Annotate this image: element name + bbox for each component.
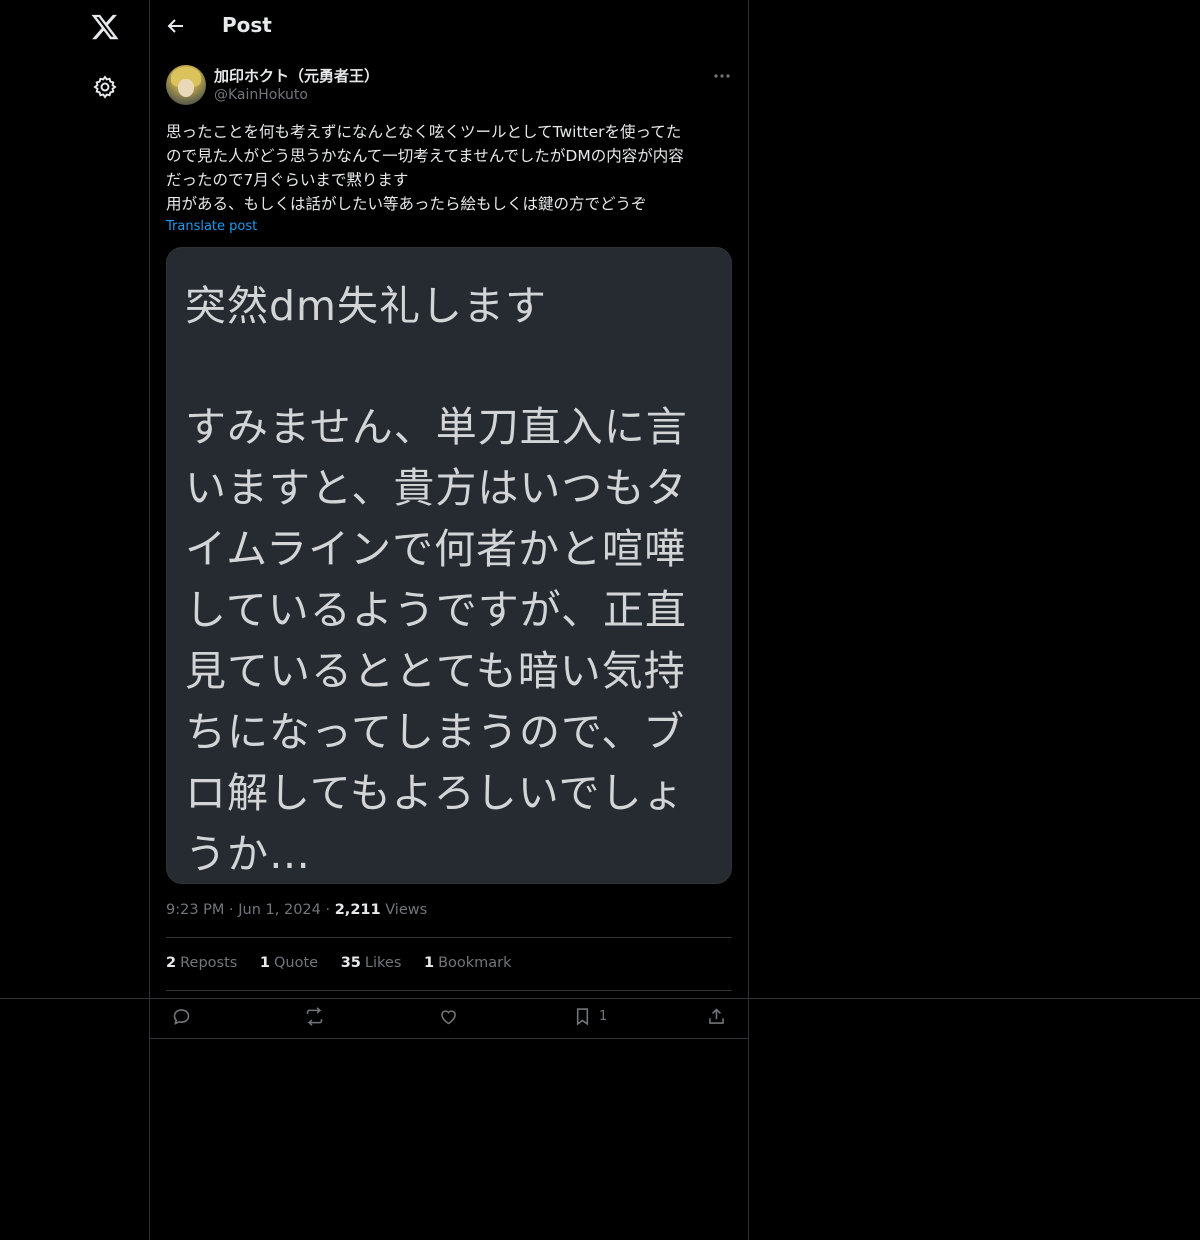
- meta-separator: ·: [229, 902, 234, 918]
- translate-post-link[interactable]: Translate post: [166, 219, 257, 234]
- post-stats: 2 Reposts 1 Quote 35 Likes 1 Bookmark: [166, 955, 530, 971]
- stat-likes[interactable]: 35 Likes: [341, 955, 402, 971]
- image-text-line: 突然dm失礼します: [185, 282, 547, 330]
- settings-gear-icon[interactable]: [92, 74, 118, 100]
- divider: [166, 990, 732, 991]
- reply-icon[interactable]: [171, 1003, 192, 1029]
- left-nav-rail: [0, 0, 150, 1240]
- page-title: Post: [222, 13, 272, 37]
- bookmark-icon: [576, 1007, 589, 1025]
- stat-quotes[interactable]: 1 Quote: [260, 955, 318, 971]
- image-text-line: ロ解してもよろしいでしょ: [185, 769, 685, 817]
- action-bar: 1: [150, 1003, 748, 1033]
- meta-separator: ·: [325, 902, 331, 918]
- x-logo-icon[interactable]: [90, 12, 120, 42]
- stat-reposts[interactable]: 2 Reposts: [166, 955, 237, 971]
- back-arrow-icon[interactable]: [164, 14, 188, 38]
- post-date[interactable]: Jun 1, 2024: [238, 902, 321, 918]
- post-image[interactable]: 突然dm失礼します すみません、単刀直入に言 いますと、貴方はいつもタ イムライ…: [166, 247, 732, 884]
- image-text-line: すみません、単刀直入に言: [185, 403, 688, 451]
- divider: [150, 1038, 748, 1039]
- bookmark-count: 1: [599, 1008, 608, 1024]
- post-time[interactable]: 9:23 PM: [166, 902, 224, 918]
- repost-icon[interactable]: [304, 1003, 325, 1029]
- divider: [0, 998, 1200, 999]
- post-meta: 9:23 PM · Jun 1, 2024 · 2,211 Views: [166, 902, 427, 918]
- image-text-line: しているようですが、正直: [185, 586, 687, 634]
- image-text-line: 見ているととても暗い気持: [185, 647, 686, 695]
- heart-icon[interactable]: [438, 1003, 459, 1029]
- views-label: Views: [385, 902, 428, 918]
- image-text-line: イムラインで何者かと喧嘩: [185, 525, 687, 573]
- views-count: 2,211: [334, 902, 381, 918]
- post-text: 思ったことを何も考えずになんとなく呟くツールとしてTwitterを使ってた ので…: [166, 123, 684, 213]
- bookmark-button[interactable]: 1: [572, 1003, 607, 1029]
- stat-bookmarks[interactable]: 1 Bookmark: [424, 955, 512, 971]
- share-icon[interactable]: [706, 1003, 727, 1029]
- author-display-name[interactable]: 加印ホクト（元勇者王）: [214, 65, 379, 86]
- image-text-line: ちになってしまうので、ブ: [185, 708, 686, 756]
- post-header: Post: [150, 0, 748, 54]
- post-detail-column: Post 加印ホクト（元勇者王） @KainHokuto 思ったことを何も考えず…: [150, 0, 749, 1240]
- image-text-line: いますと、貴方はいつもタ: [185, 464, 688, 512]
- more-dots-icon[interactable]: [712, 66, 732, 86]
- author-handle[interactable]: @KainHokuto: [214, 87, 308, 103]
- divider: [166, 937, 732, 938]
- image-text-line: うか…: [185, 830, 311, 878]
- avatar[interactable]: [166, 65, 206, 105]
